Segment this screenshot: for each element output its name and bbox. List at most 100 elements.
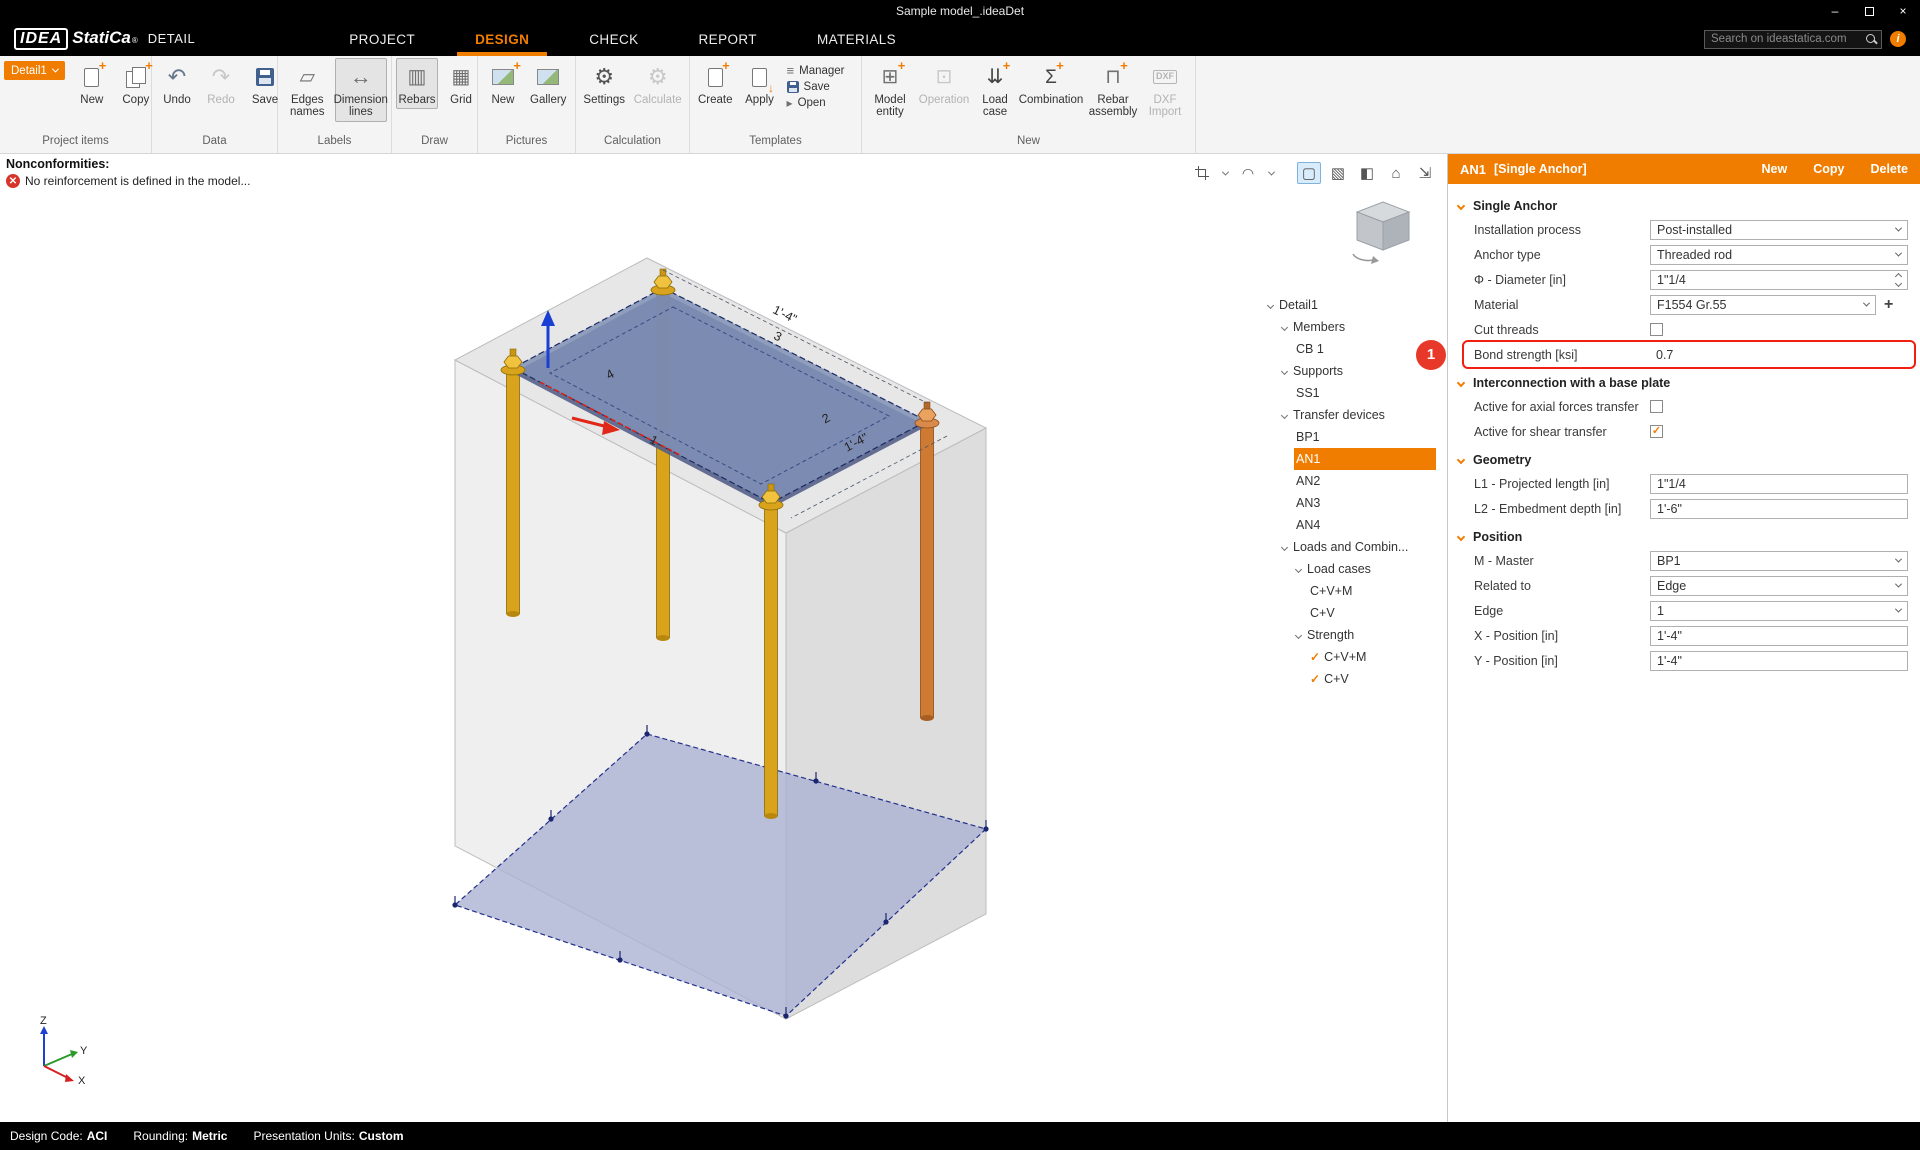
search-box[interactable] bbox=[1704, 30, 1882, 49]
crop-dropdown[interactable] bbox=[1219, 162, 1231, 184]
y-position-input[interactable]: 1'-4" bbox=[1650, 651, 1908, 671]
model-viewport[interactable]: Nonconformities: ✕ No reinforcement is d… bbox=[0, 154, 1447, 1122]
material-select[interactable]: F1554 Gr.55 bbox=[1650, 295, 1876, 315]
tree-item-c-v[interactable]: C+V bbox=[1308, 602, 1436, 624]
tree-item-ss1[interactable]: SS1 bbox=[1294, 382, 1436, 404]
new-project-item-button[interactable]: + New bbox=[71, 58, 113, 109]
chevron-down-icon[interactable] bbox=[1281, 411, 1288, 418]
info-icon[interactable]: i bbox=[1890, 31, 1906, 47]
anchor-rod-an4[interactable] bbox=[765, 509, 778, 819]
zoom-fit-button[interactable]: ⇲ bbox=[1413, 162, 1437, 184]
rebar-assembly-button[interactable]: ⊓+ Rebar assembly bbox=[1086, 58, 1140, 122]
view-faces-button[interactable]: ◧ bbox=[1355, 162, 1379, 184]
grid-toggle[interactable]: ▦ Grid bbox=[440, 58, 482, 109]
tree-item-load-cases[interactable]: Load cases bbox=[1294, 558, 1436, 580]
tab-materials[interactable]: MATERIALS bbox=[813, 22, 900, 56]
tree-item-supports[interactable]: Supports bbox=[1280, 360, 1436, 382]
template-open-button[interactable]: ▸ Open bbox=[787, 97, 845, 109]
template-manager-button[interactable]: ≡ Manager bbox=[787, 64, 845, 77]
undo-button[interactable]: ↶ Undo bbox=[156, 58, 198, 109]
tree-item-detail1[interactable]: Detail1 bbox=[1266, 294, 1436, 316]
tree-item-an2[interactable]: AN2 bbox=[1294, 470, 1436, 492]
chevron-down-icon[interactable] bbox=[1281, 543, 1288, 550]
calculate-button[interactable]: ⚙ Calculate bbox=[630, 58, 685, 109]
scene-3d[interactable]: 1'-4" 3 4 1 2 1'-4" bbox=[0, 154, 1447, 1122]
gallery-button[interactable]: Gallery bbox=[526, 58, 570, 109]
entity-new-button[interactable]: New bbox=[1762, 162, 1788, 176]
chevron-down-icon[interactable] bbox=[1281, 367, 1288, 374]
entity-copy-button[interactable]: Copy bbox=[1813, 162, 1844, 176]
entity-delete-button[interactable]: Delete bbox=[1870, 162, 1908, 176]
tree-item-an3[interactable]: AN3 bbox=[1294, 492, 1436, 514]
search-icon[interactable] bbox=[1865, 33, 1878, 46]
home-view-button[interactable]: ⌂ bbox=[1384, 162, 1408, 184]
close-button[interactable]: × bbox=[1886, 0, 1920, 22]
tree-item-bp1[interactable]: BP1 bbox=[1294, 426, 1436, 448]
navigation-cube[interactable] bbox=[1339, 198, 1423, 268]
view-wireframe-button[interactable]: ▢ bbox=[1297, 162, 1321, 184]
tab-project[interactable]: PROJECT bbox=[345, 22, 419, 56]
maximize-button[interactable] bbox=[1852, 0, 1886, 22]
shear-transfer-checkbox[interactable]: ✓ bbox=[1650, 425, 1663, 438]
tree-item-an4[interactable]: AN4 bbox=[1294, 514, 1436, 536]
measure-tool[interactable]: ◠ bbox=[1236, 162, 1260, 184]
tree-item-transfer-devices[interactable]: Transfer devices bbox=[1280, 404, 1436, 426]
template-create-button[interactable]: + Create bbox=[694, 58, 737, 109]
template-save-button[interactable]: Save bbox=[787, 81, 845, 93]
cut-threads-checkbox[interactable] bbox=[1650, 323, 1663, 336]
operation-button[interactable]: ⊡ Operation bbox=[916, 58, 972, 109]
tab-report[interactable]: REPORT bbox=[695, 22, 761, 56]
edges-names-toggle[interactable]: ▱ Edges names bbox=[282, 58, 333, 122]
section-interconnection[interactable]: Interconnection with a base plate bbox=[1448, 367, 1920, 394]
section-geometry[interactable]: Geometry bbox=[1448, 444, 1920, 471]
template-apply-button[interactable]: ↓ Apply bbox=[739, 58, 781, 109]
section-position[interactable]: Position bbox=[1448, 521, 1920, 548]
tree-item-cb-1[interactable]: CB 1 bbox=[1294, 338, 1436, 360]
tree-item-c-v[interactable]: ✓C+V bbox=[1308, 668, 1436, 690]
master-select[interactable]: BP1 bbox=[1650, 551, 1908, 571]
tab-design[interactable]: DESIGN bbox=[471, 22, 533, 56]
chevron-down-icon[interactable] bbox=[1295, 631, 1302, 638]
settings-button[interactable]: ⚙ Settings bbox=[580, 58, 628, 109]
checkbox-checked-icon[interactable]: ✓ bbox=[1310, 650, 1320, 664]
view-solid-button[interactable]: ▧ bbox=[1326, 162, 1350, 184]
rotate-arrow-icon[interactable] bbox=[1353, 254, 1373, 261]
checkbox-checked-icon[interactable]: ✓ bbox=[1310, 672, 1320, 686]
chevron-down-icon[interactable] bbox=[1267, 301, 1274, 308]
diameter-stepper[interactable]: 1"1/4 bbox=[1650, 270, 1908, 290]
detail-selector-dropdown[interactable]: Detail1 bbox=[4, 61, 65, 80]
tree-item-strength[interactable]: Strength bbox=[1294, 624, 1436, 646]
related-to-select[interactable]: Edge bbox=[1650, 576, 1908, 596]
l1-projected-length-input[interactable]: 1"1/4 bbox=[1650, 474, 1908, 494]
anchor-type-select[interactable]: Threaded rod bbox=[1650, 245, 1908, 265]
chevron-down-icon[interactable] bbox=[1295, 565, 1302, 572]
tab-check[interactable]: CHECK bbox=[585, 22, 642, 56]
l2-embedment-depth-input[interactable]: 1'-6" bbox=[1650, 499, 1908, 519]
tree-item-an1[interactable]: AN1 bbox=[1294, 448, 1436, 470]
stepper-arrows[interactable] bbox=[1896, 274, 1901, 286]
anchor-rod-an3[interactable] bbox=[507, 374, 520, 617]
x-position-input[interactable]: 1'-4" bbox=[1650, 626, 1908, 646]
minimize-button[interactable]: – bbox=[1818, 0, 1852, 22]
dxf-import-button[interactable]: DXF DXF Import bbox=[1142, 58, 1188, 122]
measure-dropdown[interactable] bbox=[1265, 162, 1277, 184]
bond-strength-value[interactable]: 0.7 bbox=[1656, 348, 1673, 362]
rebars-toggle[interactable]: ▥ Rebars bbox=[396, 58, 438, 109]
copy-project-item-button[interactable]: + Copy bbox=[115, 58, 157, 109]
section-crop-tool[interactable] bbox=[1190, 162, 1214, 184]
tree-item-loads-and-combin[interactable]: Loads and Combin... bbox=[1280, 536, 1436, 558]
dimension-lines-toggle[interactable]: ↔ Dimension lines bbox=[335, 58, 387, 122]
new-picture-button[interactable]: + New bbox=[482, 58, 524, 109]
edge-select[interactable]: 1 bbox=[1650, 601, 1908, 621]
chevron-down-icon[interactable] bbox=[1281, 323, 1288, 330]
search-input[interactable] bbox=[1711, 33, 1865, 45]
anchor-rod-an1-selected[interactable] bbox=[921, 426, 934, 721]
model-entity-button[interactable]: ⊞+ Model entity bbox=[866, 58, 914, 122]
redo-button[interactable]: ↷ Redo bbox=[200, 58, 242, 109]
tree-item-c-v-m[interactable]: ✓C+V+M bbox=[1308, 646, 1436, 668]
axial-transfer-checkbox[interactable] bbox=[1650, 400, 1663, 413]
section-single-anchor[interactable]: Single Anchor bbox=[1448, 190, 1920, 217]
add-material-button[interactable]: + bbox=[1884, 297, 1893, 313]
tree-item-c-v-m[interactable]: C+V+M bbox=[1308, 580, 1436, 602]
combination-button[interactable]: Σ+ Combination bbox=[1018, 58, 1084, 109]
